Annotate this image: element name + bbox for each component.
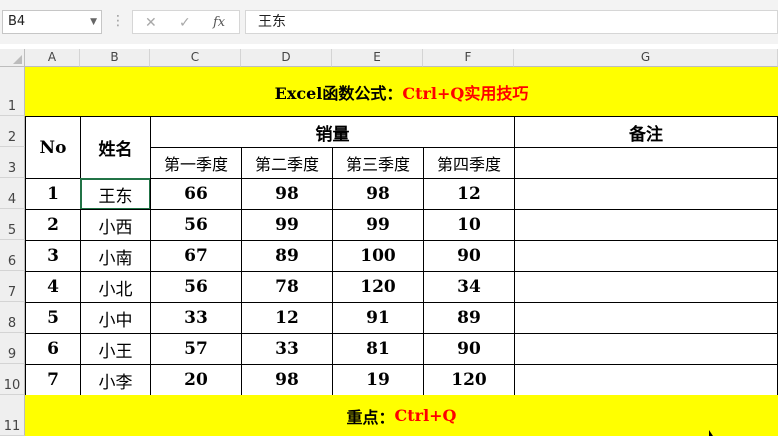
quarter-header-3[interactable]: 第三季度: [332, 147, 424, 179]
footer-highlight: Ctrl+Q: [394, 406, 457, 425]
sales-value-cell[interactable]: 89: [241, 240, 333, 272]
title-highlight: Ctrl+Q实用技巧: [402, 83, 529, 103]
name-cell[interactable]: 小中: [80, 302, 151, 334]
remark-cell[interactable]: [514, 147, 778, 179]
sales-value-cell[interactable]: 56: [150, 209, 242, 241]
column-header-f[interactable]: F: [423, 49, 514, 67]
row-number-cell[interactable]: 6: [25, 333, 81, 365]
sales-value-cell[interactable]: 10: [423, 209, 515, 241]
column-header-d[interactable]: D: [241, 49, 332, 67]
sales-value-cell[interactable]: 98: [241, 364, 333, 396]
formula-bar-resize-handle-icon[interactable]: ⋮: [111, 12, 125, 30]
row-number-cell[interactable]: 2: [25, 209, 81, 241]
quarter-header-1[interactable]: 第一季度: [150, 147, 242, 179]
name-box-value: B4: [8, 14, 26, 29]
row-header-8[interactable]: 8: [0, 302, 25, 333]
sales-value-cell[interactable]: 19: [332, 364, 424, 396]
row-number-cell[interactable]: 1: [25, 178, 81, 210]
insert-function-icon[interactable]: fx: [213, 12, 225, 34]
row-header-10[interactable]: 10: [0, 364, 25, 395]
enter-icon[interactable]: ✓: [179, 12, 191, 34]
row-number-cell[interactable]: 7: [25, 364, 81, 396]
name-box[interactable]: B4 ▼: [2, 10, 102, 34]
sales-value-cell[interactable]: 98: [332, 178, 424, 210]
remark-cell[interactable]: [514, 364, 778, 396]
sales-value-cell[interactable]: 120: [423, 364, 515, 396]
sales-value-cell[interactable]: 90: [423, 240, 515, 272]
sales-value-cell[interactable]: 12: [241, 302, 333, 334]
remark-cell[interactable]: [514, 178, 778, 210]
mouse-cursor-icon: [709, 430, 713, 436]
sales-value-cell[interactable]: 98: [241, 178, 333, 210]
sales-value-cell[interactable]: 20: [150, 364, 242, 396]
sales-value-cell[interactable]: 99: [241, 209, 333, 241]
row-header-11[interactable]: 11: [0, 395, 25, 436]
quarter-header-4[interactable]: 第四季度: [423, 147, 515, 179]
sales-value-cell[interactable]: 34: [423, 271, 515, 303]
sales-header[interactable]: 销量: [150, 116, 515, 148]
sales-value-cell[interactable]: 12: [423, 178, 515, 210]
row-header-7[interactable]: 7: [0, 271, 25, 302]
no-header[interactable]: No: [25, 116, 81, 179]
column-header-g[interactable]: G: [514, 49, 778, 67]
column-header-b[interactable]: B: [80, 49, 150, 67]
row-number-cell[interactable]: 3: [25, 240, 81, 272]
row-header-4[interactable]: 4: [0, 178, 25, 209]
remark-header[interactable]: 备注: [514, 116, 778, 148]
name-cell[interactable]: 小南: [80, 240, 151, 272]
row-header-3[interactable]: 3: [0, 147, 25, 178]
quarter-header-2[interactable]: 第二季度: [241, 147, 333, 179]
name-cell[interactable]: 小北: [80, 271, 151, 303]
name-cell[interactable]: 小西: [80, 209, 151, 241]
footer-text: 重点：: [346, 407, 395, 427]
row-header-5[interactable]: 5: [0, 209, 25, 240]
title-cell[interactable]: Excel函数公式： Ctrl+Q实用技巧: [25, 67, 778, 116]
formula-bar: B4 ▼ ⋮ ✕ ✓ fx 王东: [0, 0, 778, 44]
footer-cell[interactable]: 重点： Ctrl+Q: [25, 395, 778, 436]
name-header[interactable]: 姓名: [80, 116, 151, 179]
name-cell[interactable]: 王东: [80, 178, 151, 210]
name-cell[interactable]: 小李: [80, 364, 151, 396]
remark-cell[interactable]: [514, 271, 778, 303]
column-header-a[interactable]: A: [25, 49, 80, 67]
column-header-c[interactable]: C: [150, 49, 241, 67]
name-box-dropdown-icon[interactable]: ▼: [90, 11, 97, 33]
sales-value-cell[interactable]: 33: [150, 302, 242, 334]
row-header-1[interactable]: 1: [0, 67, 25, 116]
sales-value-cell[interactable]: 90: [423, 333, 515, 365]
sales-value-cell[interactable]: 66: [150, 178, 242, 210]
remark-cell[interactable]: [514, 333, 778, 365]
name-cell[interactable]: 小王: [80, 333, 151, 365]
select-all-corner[interactable]: [0, 49, 25, 67]
sales-value-cell[interactable]: 99: [332, 209, 424, 241]
sales-value-cell[interactable]: 89: [423, 302, 515, 334]
sales-value-cell[interactable]: 100: [332, 240, 424, 272]
formula-input[interactable]: 王东: [245, 10, 778, 34]
sales-value-cell[interactable]: 78: [241, 271, 333, 303]
remark-cell[interactable]: [514, 209, 778, 241]
row-number-cell[interactable]: 5: [25, 302, 81, 334]
remark-cell[interactable]: [514, 302, 778, 334]
sales-value-cell[interactable]: 33: [241, 333, 333, 365]
column-header-e[interactable]: E: [332, 49, 423, 67]
title-text: Excel函数公式：: [274, 83, 403, 103]
row-number-cell[interactable]: 4: [25, 271, 81, 303]
row-header-2[interactable]: 2: [0, 116, 25, 147]
remark-cell[interactable]: [514, 240, 778, 272]
row-header-6[interactable]: 6: [0, 240, 25, 271]
cancel-icon[interactable]: ✕: [145, 12, 157, 34]
sales-value-cell[interactable]: 120: [332, 271, 424, 303]
sales-value-cell[interactable]: 91: [332, 302, 424, 334]
sales-value-cell[interactable]: 56: [150, 271, 242, 303]
formula-buttons: ✕ ✓ fx: [132, 10, 240, 34]
sales-value-cell[interactable]: 67: [150, 240, 242, 272]
sales-value-cell[interactable]: 57: [150, 333, 242, 365]
row-header-9[interactable]: 9: [0, 333, 25, 364]
sales-value-cell[interactable]: 81: [332, 333, 424, 365]
